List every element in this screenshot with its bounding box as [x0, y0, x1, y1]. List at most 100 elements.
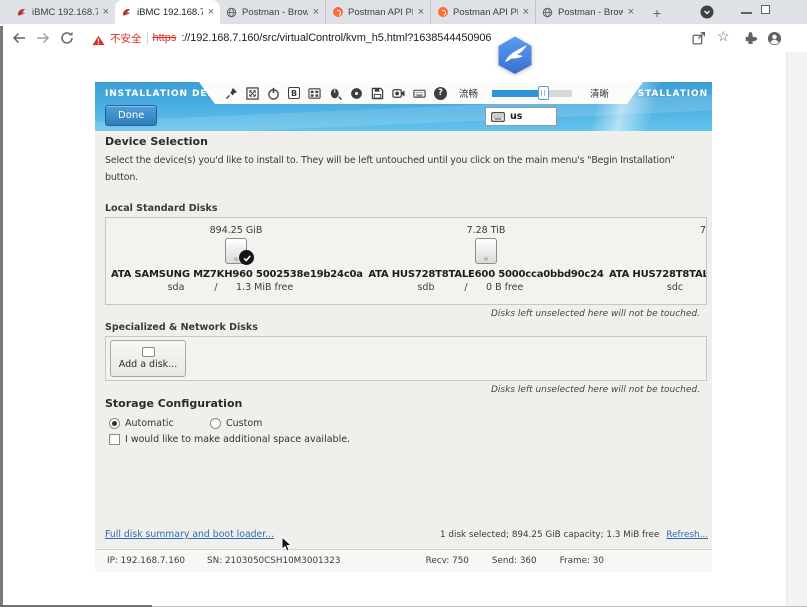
kvm-remote-screen: INSTALLATION DEST STALLATION Done B ? 流畅 [95, 82, 712, 549]
disk-size: 7.28 TiB [361, 225, 611, 236]
disk-sdb[interactable]: 7.28 TiB ATA HUS728T8TALE600 5000cca0bbd… [361, 218, 611, 304]
add-disk-button[interactable]: Add a disk... [110, 340, 186, 377]
reload-icon[interactable] [60, 31, 74, 45]
description-line-1: Select the device(s) you'd like to insta… [105, 152, 675, 169]
new-tab-button[interactable]: + [646, 2, 668, 24]
tab-close-icon[interactable]: × [418, 7, 424, 18]
browser-scrollbar[interactable] [786, 52, 807, 607]
keyboard-icon [491, 107, 505, 126]
disk-size: 894.25 GiB [111, 225, 361, 236]
installer-title-left: INSTALLATION DEST [105, 89, 222, 99]
local-disks-panel: 894.25 GiB ATA SAMSUNG MZ7KH960 5002538e… [105, 217, 707, 305]
window-minimize-button[interactable] [741, 12, 752, 14]
done-button[interactable]: Done [105, 105, 157, 126]
pin-icon[interactable] [225, 87, 238, 100]
cd-icon[interactable] [350, 87, 363, 100]
disk-detail-row: sda / 1.3 MiB free [111, 282, 361, 293]
disk-detail-row: sdb / 0 B free [361, 282, 611, 293]
tab-postman-api-2[interactable]: Postman API Platfo × [430, 0, 535, 24]
disk-icon [225, 238, 247, 264]
disk-name: ATA SAMSUNG MZ7KH960 5002538e19b24c0a [111, 269, 361, 280]
address-bar: 不安全 https://192.168.7.160/src/virtualCon… [0, 24, 807, 53]
tab-title: Postman - Browse [242, 7, 308, 18]
bookmark-star-icon[interactable]: ☆ [717, 28, 730, 45]
disk-device: sdc [664, 282, 686, 293]
forward-icon[interactable] [36, 31, 50, 45]
disk-name: ATA HUS728T8TALE600 5000cca0bbd90c24 [361, 269, 611, 280]
disk-sda[interactable]: 894.25 GiB ATA SAMSUNG MZ7KH960 5002538e… [111, 218, 361, 304]
disk-detail-row: sdc [609, 282, 707, 293]
checkbox-icon[interactable] [109, 434, 120, 445]
status-sn: SN: 2103050CSH10M3001323 [207, 556, 340, 566]
globe-icon [542, 7, 553, 18]
tab-ibmc-2-active[interactable]: iBMC 192.168.7.16 × [115, 0, 220, 24]
tab-close-icon[interactable]: × [103, 7, 109, 18]
extensions-puzzle-icon[interactable] [743, 31, 758, 46]
disk-device: sdb [406, 282, 446, 293]
record-icon[interactable] [392, 87, 405, 100]
tab-postman-browse-2[interactable]: Postman - Browse × [535, 0, 640, 24]
add-disk-icon [142, 347, 155, 357]
disk-device: sda [156, 282, 196, 293]
security-chip[interactable]: 不安全 https://192.168.7.160/src/virtualCon… [92, 30, 491, 46]
url-scheme: https [153, 32, 177, 44]
slider-handle[interactable] [538, 86, 549, 100]
quality-slider[interactable] [492, 90, 572, 97]
disk-size: 7 [609, 225, 707, 236]
keyboard-b-icon[interactable]: B [288, 87, 300, 99]
tab-title: iBMC 192.168.7.16 [32, 7, 98, 18]
postman-icon [437, 7, 448, 18]
mouse-cursor-icon [281, 536, 293, 558]
radio-unselected-icon[interactable] [210, 418, 221, 429]
browser-window: iBMC 192.168.7.16 × iBMC 192.168.7.16 × … [0, 0, 807, 607]
full-disk-summary-link[interactable]: Full disk summary and boot loader... [105, 529, 274, 540]
screen-layout-icon[interactable] [308, 87, 321, 100]
radio-selected-icon[interactable] [109, 418, 120, 429]
ibmc-favicon-icon [16, 7, 27, 18]
installer-footer: Full disk summary and boot loader... 1 d… [95, 520, 712, 549]
add-disk-label: Add a disk... [119, 359, 177, 370]
help-icon[interactable]: ? [434, 87, 447, 100]
tab-postman-api-1[interactable]: Postman API Platfo × [325, 0, 430, 24]
tab-close-icon[interactable]: × [628, 7, 634, 18]
ibmc-favicon-icon [121, 7, 132, 18]
tab-ibmc-1[interactable]: iBMC 192.168.7.16 × [10, 0, 115, 24]
installer-title-right: STALLATION [638, 89, 708, 99]
window-maximize-button[interactable] [761, 5, 770, 14]
disk-icon [475, 238, 497, 264]
tab-close-icon[interactable]: × [208, 7, 214, 18]
fullscreen-icon[interactable] [246, 87, 259, 100]
local-disks-label: Local Standard Disks [105, 203, 218, 214]
keyboard-layout-box[interactable]: us [485, 107, 557, 126]
tab-strip: iBMC 192.168.7.16 × iBMC 192.168.7.16 × … [0, 0, 807, 24]
tab-title: Postman API Platfo [453, 7, 518, 18]
browser-circle-button-icon[interactable] [700, 5, 714, 19]
selection-summary: 1 disk selected; 894.25 GiB capacity; 1.… [440, 530, 659, 540]
additional-space-option[interactable]: I would like to make additional space av… [109, 434, 350, 445]
tab-postman-browse-1[interactable]: Postman - Browse × [220, 0, 325, 24]
virtual-keyboard-icon[interactable] [413, 87, 426, 100]
slider-fill [492, 90, 542, 97]
radio-automatic[interactable]: Automatic [109, 418, 210, 429]
radio-custom-label: Custom [226, 418, 262, 429]
floppy-icon[interactable] [371, 87, 384, 100]
disk-name: ATA HUS728T8TAL [609, 269, 707, 280]
warning-icon [92, 33, 105, 44]
refresh-link[interactable]: Refresh... [666, 530, 708, 540]
power-icon[interactable] [267, 87, 280, 100]
tab-close-icon[interactable]: × [523, 7, 529, 18]
kvm-toolbar: B ? 流畅 清晰 [199, 82, 643, 104]
profile-avatar-icon[interactable] [767, 31, 782, 46]
radio-custom[interactable]: Custom [210, 418, 262, 429]
unselected-note: Disks left unselected here will not be t… [491, 385, 700, 395]
back-icon[interactable] [12, 31, 26, 45]
tab-close-icon[interactable]: × [313, 7, 319, 18]
kvm-status-bar: IP: 192.168.7.160 SN: 2103050CSH10M30013… [95, 549, 712, 572]
share-icon[interactable] [691, 31, 706, 46]
url-text[interactable]: ://192.168.7.160/src/virtualControl/kvm_… [181, 32, 491, 44]
disk-sdc[interactable]: 7 ATA HUS728T8TAL sdc [609, 218, 707, 304]
disk-separator: / [446, 282, 486, 293]
mouse-icon[interactable] [329, 87, 342, 100]
tab-title: Postman API Platfo [348, 7, 413, 18]
status-frame: Frame: 30 [560, 556, 604, 566]
